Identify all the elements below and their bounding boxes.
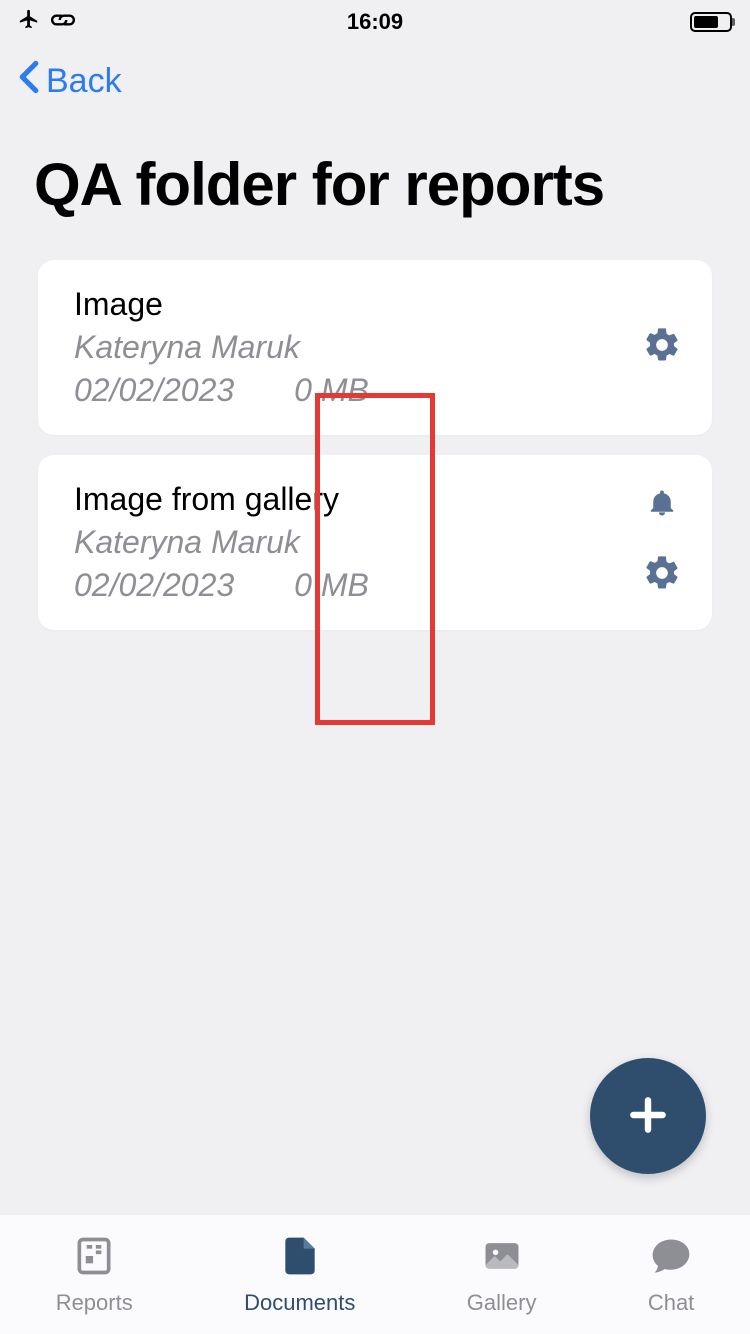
file-author: Kateryna Maruk: [74, 524, 642, 561]
plus-icon: [626, 1093, 670, 1140]
file-info: Image Kateryna Maruk 02/02/2023 0 MB: [74, 286, 642, 409]
nav-bar: Back: [0, 50, 750, 113]
reports-icon: [72, 1234, 116, 1284]
status-left: [18, 8, 76, 36]
airplane-icon: [18, 8, 40, 36]
file-actions: [642, 488, 682, 598]
tab-label: Gallery: [467, 1290, 537, 1316]
back-label: Back: [46, 62, 122, 101]
tab-chat[interactable]: Chat: [648, 1234, 694, 1316]
file-size: 0 MB: [294, 567, 369, 604]
chat-icon: [649, 1234, 693, 1284]
tab-gallery[interactable]: Gallery: [467, 1234, 537, 1316]
status-right: [690, 12, 732, 32]
gear-icon[interactable]: [642, 553, 682, 598]
status-bar: 16:09: [0, 0, 750, 44]
back-button[interactable]: Back: [18, 60, 122, 103]
bell-icon[interactable]: [647, 488, 677, 523]
tab-label: Reports: [56, 1290, 133, 1316]
tab-label: Chat: [648, 1290, 694, 1316]
add-button[interactable]: [590, 1058, 706, 1174]
battery-icon: [690, 12, 732, 32]
tab-reports[interactable]: Reports: [56, 1234, 133, 1316]
tab-label: Documents: [244, 1290, 355, 1316]
link-icon: [50, 9, 76, 35]
file-size: 0 MB: [294, 372, 369, 409]
status-time: 16:09: [347, 9, 403, 35]
tab-bar: Reports Documents Gallery Chat: [0, 1214, 750, 1334]
file-card[interactable]: Image from gallery Kateryna Maruk 02/02/…: [38, 455, 712, 630]
file-title: Image: [74, 286, 642, 323]
gear-icon[interactable]: [642, 325, 682, 370]
file-info: Image from gallery Kateryna Maruk 02/02/…: [74, 481, 642, 604]
file-card[interactable]: Image Kateryna Maruk 02/02/2023 0 MB: [38, 260, 712, 435]
file-title: Image from gallery: [74, 481, 642, 518]
chevron-left-icon: [18, 60, 40, 103]
page-title: QA folder for reports: [34, 150, 604, 219]
file-author: Kateryna Maruk: [74, 329, 642, 366]
gallery-icon: [480, 1234, 524, 1284]
tab-documents[interactable]: Documents: [244, 1234, 355, 1316]
file-date: 02/02/2023: [74, 372, 234, 409]
file-list: Image Kateryna Maruk 02/02/2023 0 MB Ima…: [38, 260, 712, 630]
documents-icon: [278, 1234, 322, 1284]
file-actions: [642, 325, 682, 370]
file-date: 02/02/2023: [74, 567, 234, 604]
